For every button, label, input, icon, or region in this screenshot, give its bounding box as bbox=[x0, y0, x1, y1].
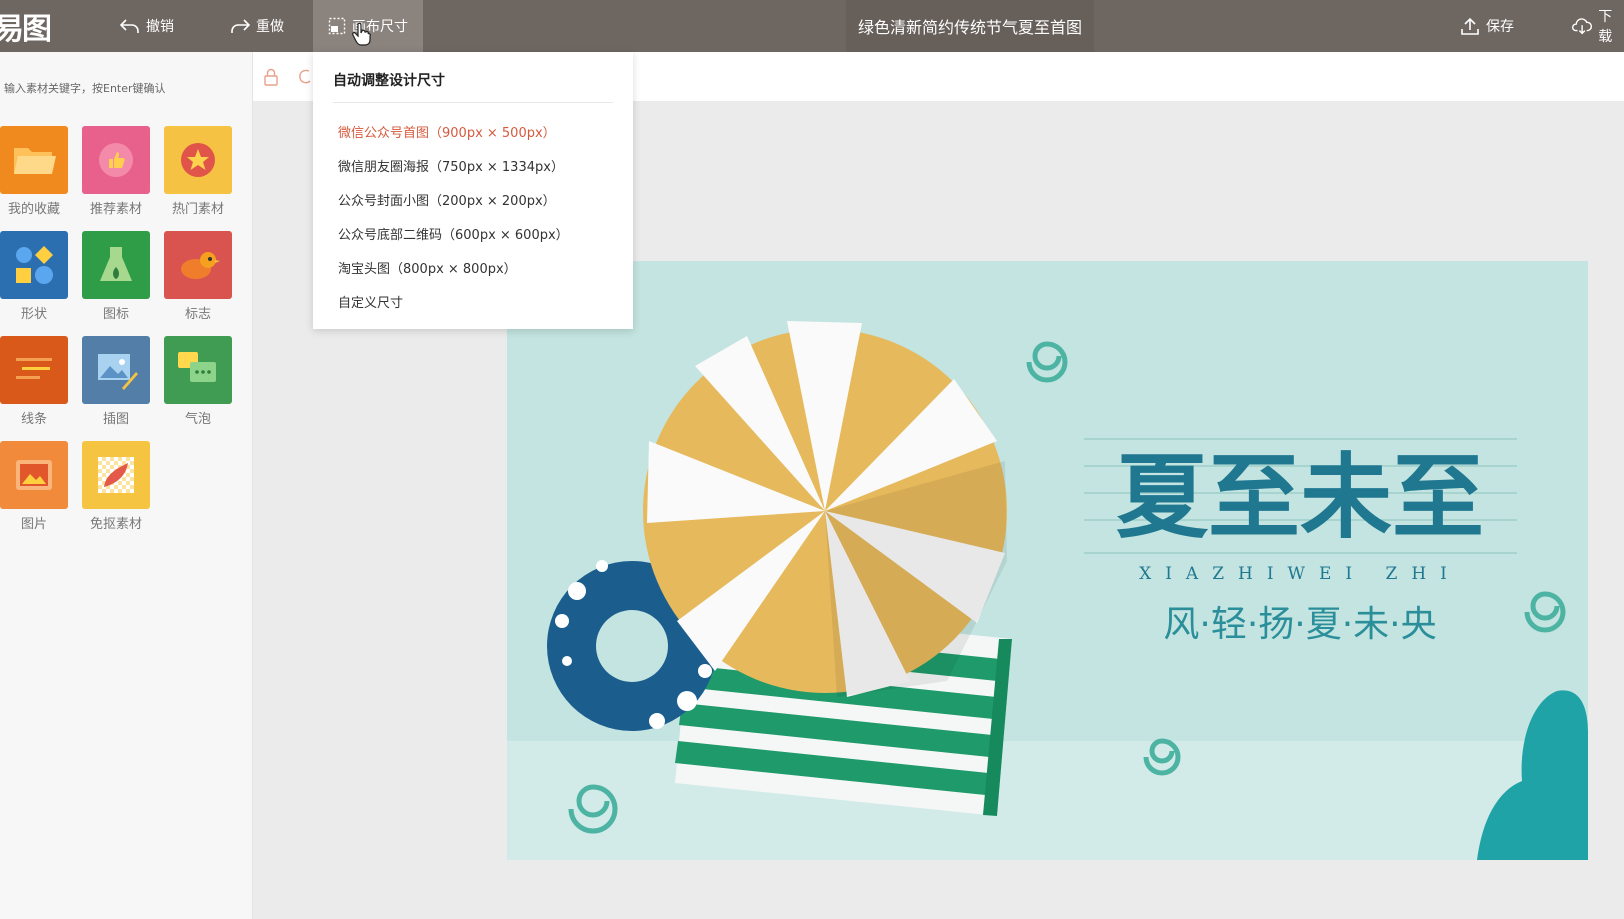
size-option-custom[interactable]: 自定义尺寸 bbox=[338, 292, 403, 311]
undo-icon bbox=[120, 19, 139, 33]
layer-icon[interactable] bbox=[297, 68, 313, 86]
star-icon bbox=[164, 126, 232, 194]
category-label: 气泡 bbox=[184, 412, 211, 427]
size-option-taobao-header[interactable]: 淘宝头图（800px × 800px） bbox=[338, 258, 517, 277]
size-option-cover-small[interactable]: 公众号封面小图（200px × 200px） bbox=[338, 190, 556, 209]
design-artwork: 夏至未至 XIAZHIWEI ZHI 风·轻·扬·夏·未·央 bbox=[507, 261, 1588, 860]
lock-icon[interactable] bbox=[263, 68, 279, 86]
undo-button[interactable]: 撤销 bbox=[120, 0, 174, 52]
illustration-icon bbox=[82, 336, 150, 404]
download-label: 下载 bbox=[1598, 9, 1613, 45]
bird-icon bbox=[164, 231, 232, 299]
size-option-wechat-header[interactable]: 微信公众号首图（900px × 500px） bbox=[338, 122, 556, 141]
headline-text[interactable]: 夏至未至 bbox=[1116, 444, 1484, 551]
menu-divider bbox=[333, 102, 613, 103]
lines-icon bbox=[0, 336, 68, 404]
size-option-moments-poster[interactable]: 微信朋友圈海报（750px × 1334px） bbox=[338, 156, 564, 175]
download-button[interactable]: 下载 bbox=[1572, 0, 1624, 52]
size-option-qrcode[interactable]: 公众号底部二维码（600px × 600px） bbox=[338, 224, 569, 243]
cutout-icon bbox=[82, 441, 150, 509]
save-button[interactable]: 保存 bbox=[1460, 0, 1514, 52]
material-sidebar: 我的收藏 推荐素材 热门素材 形状 图标 标志 线条 bbox=[0, 52, 253, 919]
shapes-icon bbox=[0, 231, 68, 299]
category-cutout[interactable]: 免抠素材 bbox=[82, 441, 150, 532]
pinyin-text[interactable]: XIAZHIWEI ZHI bbox=[1139, 564, 1461, 584]
category-images[interactable]: 图片 bbox=[0, 441, 68, 532]
category-logos[interactable]: 标志 bbox=[164, 231, 232, 322]
category-label: 形状 bbox=[20, 307, 47, 322]
material-search-input[interactable] bbox=[4, 82, 234, 95]
folder-icon bbox=[0, 126, 68, 194]
image-icon bbox=[0, 441, 68, 509]
category-recommended[interactable]: 推荐素材 bbox=[82, 126, 150, 217]
category-label: 推荐素材 bbox=[89, 202, 142, 217]
thumbs-up-icon bbox=[82, 126, 150, 194]
category-label: 免抠素材 bbox=[89, 517, 142, 532]
menu-title: 自动调整设计尺寸 bbox=[333, 73, 445, 89]
canvas-size-menu: 自动调整设计尺寸 微信公众号首图（900px × 500px） 微信朋友圈海报（… bbox=[313, 52, 633, 329]
cloud-download-icon bbox=[1572, 18, 1593, 35]
tagline-text[interactable]: 风·轻·扬·夏·未·央 bbox=[1163, 604, 1436, 645]
category-label: 我的收藏 bbox=[7, 202, 60, 217]
category-label: 图片 bbox=[20, 517, 47, 532]
speech-bubble-icon bbox=[164, 336, 232, 404]
category-popular[interactable]: 热门素材 bbox=[164, 126, 232, 217]
category-label: 线条 bbox=[20, 412, 47, 427]
design-canvas[interactable]: 夏至未至 XIAZHIWEI ZHI 风·轻·扬·夏·未·央 bbox=[507, 261, 1588, 860]
category-label: 热门素材 bbox=[171, 202, 224, 217]
document-title[interactable]: 绿色清新简约传统节气夏至首图 bbox=[846, 0, 1094, 52]
category-label: 插图 bbox=[102, 412, 129, 427]
flask-icon bbox=[82, 231, 150, 299]
undo-label: 撤销 bbox=[146, 19, 174, 35]
category-lines[interactable]: 线条 bbox=[0, 336, 68, 427]
category-icons[interactable]: 图标 bbox=[82, 231, 150, 322]
hand-cursor-icon bbox=[352, 22, 371, 46]
category-illustrations[interactable]: 插图 bbox=[82, 336, 150, 427]
save-label: 保存 bbox=[1486, 19, 1514, 35]
category-label: 标志 bbox=[184, 307, 211, 322]
category-label: 图标 bbox=[102, 307, 129, 322]
upload-icon bbox=[1461, 17, 1479, 35]
redo-label: 重做 bbox=[256, 19, 284, 35]
category-shapes[interactable]: 形状 bbox=[0, 231, 68, 322]
canvas-size-icon bbox=[328, 17, 346, 35]
redo-icon bbox=[231, 19, 250, 33]
redo-button[interactable]: 重做 bbox=[230, 0, 284, 52]
top-toolbar: 易图 撤销 重做 画布尺寸 绿色清新简约传统节气夏至首图 保存 下载 bbox=[0, 0, 1624, 52]
category-bubbles[interactable]: 气泡 bbox=[164, 336, 232, 427]
category-favorites[interactable]: 我的收藏 bbox=[0, 126, 68, 217]
app-logo[interactable]: 易图 bbox=[0, 4, 52, 48]
